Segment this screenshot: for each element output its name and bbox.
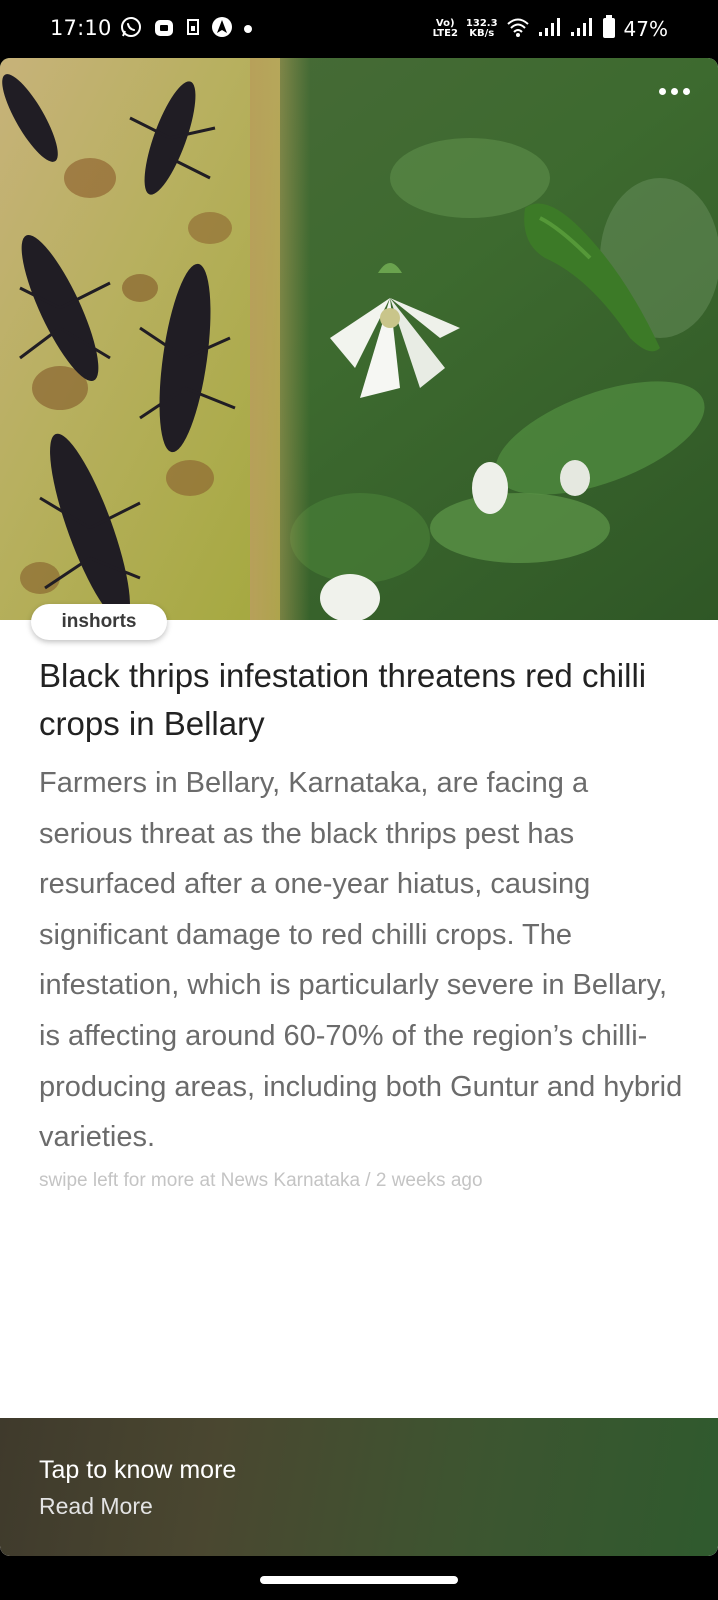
sim-icon [186, 18, 200, 40]
more-options-icon[interactable] [659, 88, 690, 95]
shopping-bag-icon [153, 16, 175, 42]
article-image-art [0, 58, 718, 620]
status-right: Vo) LTE2 132.3 KB/s 47% [433, 14, 668, 44]
tap-to-know-more-banner[interactable]: Tap to know more Read More [0, 1418, 718, 1556]
phone-screen: 17:10 Vo) LTE2 132.3 KB/s 47% inshorts B… [0, 0, 718, 1600]
article-summary: Farmers in Bellary, Karnataka, are facin… [39, 767, 683, 1154]
network-speed: 132.3 KB/s [465, 18, 498, 39]
more-notifications-icon [244, 25, 252, 33]
signal-icon [538, 16, 562, 42]
home-indicator[interactable] [260, 1576, 458, 1584]
navigation-icon [211, 16, 233, 42]
news-card[interactable]: inshorts Black thrips infestation threat… [0, 58, 718, 1556]
notification-icons [120, 17, 252, 41]
article-headline: Black thrips infestation threatens red c… [39, 657, 647, 742]
source-brand-badge: inshorts [31, 604, 167, 640]
battery-percentage: 47% [623, 17, 668, 41]
status-bar: 17:10 Vo) LTE2 132.3 KB/s 47% [0, 0, 718, 58]
network-type: Vo) LTE2 [432, 18, 458, 39]
battery-icon [602, 15, 616, 43]
status-time: 17:10 [50, 16, 112, 40]
article-source-line[interactable]: swipe left for more at News Karnataka / … [39, 1170, 483, 1192]
signal-icon-2 [570, 16, 594, 42]
article-image[interactable] [0, 58, 718, 620]
wifi-icon [506, 16, 530, 42]
read-more-link[interactable]: Read More [39, 1493, 153, 1520]
footer-title: Tap to know more [39, 1456, 237, 1484]
whatsapp-icon [120, 16, 142, 42]
